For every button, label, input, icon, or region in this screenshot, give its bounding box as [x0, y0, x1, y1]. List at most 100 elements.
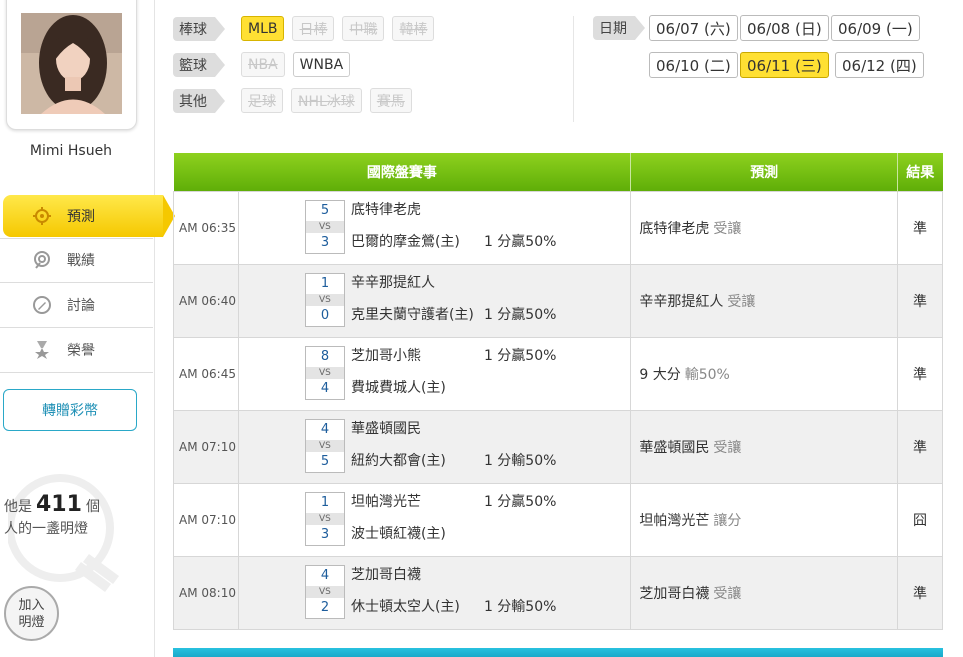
match-cell: 5 VS 3 底特律老虎巴爾的摩金鶯(主) 1 分贏50% [237, 190, 632, 265]
chip-nhl[interactable]: NHL冰球 [291, 88, 362, 113]
divider [0, 282, 153, 283]
prediction-cell: 華盛頓國民 受讓 [630, 409, 899, 484]
filter-row-basketball: 籃球 NBA WNBA [173, 52, 351, 77]
match-cell: 8 VS 4 芝加哥小熊 費城費城人(主) 1 分贏50% [237, 336, 632, 411]
date-chip[interactable]: 06/10 (二) [649, 52, 738, 78]
sidebar: Mimi Hsueh 預測 戰績 討論 榮譽 轉贈彩幣 他是 411 個 人的一盞明… [0, 0, 175, 657]
match-cell: 4 VS 5 華盛頓國民 紐約大都會(主) 1 分輸50% [237, 409, 632, 484]
result-badge: 準 [897, 555, 943, 630]
team-away[interactable]: 芝加哥白襪 [351, 564, 421, 584]
team-home[interactable]: 費城費城人(主) [351, 377, 446, 397]
vs-label: VS [305, 439, 344, 452]
score-home: 3 [320, 234, 330, 250]
category-label-basketball: 籃球 [173, 52, 225, 77]
match-cell: 1 VS 0 辛辛那提紅人 克里夫蘭守護者(主) 1 分贏50% [237, 263, 632, 338]
record-icon [31, 249, 53, 271]
game-time: AM 07:10 [173, 482, 239, 557]
score-home: 3 [320, 526, 330, 542]
handicap-home: 1 分贏50% [483, 306, 557, 323]
sidebar-item-honor[interactable]: 榮譽 [3, 329, 153, 371]
team-home[interactable]: 休士頓太空人(主) [351, 596, 460, 616]
result-badge: 囧 [897, 482, 943, 557]
score-box: 5 VS 3 [304, 199, 345, 254]
team-away[interactable]: 底特律老虎 [351, 199, 421, 219]
lamp-count: 411 [36, 492, 82, 517]
date-label-row: 日期 [593, 16, 645, 40]
date-chip[interactable]: 06/12 (四) [835, 52, 924, 78]
vs-label: VS [305, 220, 344, 233]
header-prediction: 預測 [630, 153, 899, 191]
vs-label: VS [305, 585, 344, 598]
sidebar-item-record[interactable]: 戰績 [3, 239, 153, 281]
score-away: 4 [320, 421, 330, 437]
lamp-count-text: 他是 411 個 人的一盞明燈 [4, 494, 100, 540]
medal-icon [31, 339, 53, 361]
team-home[interactable]: 紐約大都會(主) [351, 450, 446, 470]
handicap-home: 1 分輸50% [483, 452, 557, 469]
chip-npb[interactable]: 日棒 [292, 16, 335, 41]
score-away: 4 [320, 567, 330, 583]
vs-label: VS [305, 293, 344, 306]
team-away[interactable]: 芝加哥小熊 [351, 345, 421, 365]
chip-mlb[interactable]: MLB [241, 16, 285, 41]
chip-horse-racing[interactable]: 賽馬 [369, 88, 412, 113]
target-icon [31, 205, 53, 227]
chip-cpbl[interactable]: 中職 [342, 16, 385, 41]
prediction-tag: 受讓 [713, 585, 742, 602]
prediction-tag: 受讓 [713, 220, 742, 237]
sidebar-item-label: 預測 [67, 209, 95, 225]
vs-label: VS [305, 512, 344, 525]
sidebar-item-predict[interactable]: 預測 [3, 195, 175, 237]
date-chip[interactable]: 06/09 (一) [831, 15, 920, 41]
filter-row-other: 其他 足球 NHL冰球 賽馬 [173, 88, 412, 113]
handicap-home: 1 分贏50% [483, 233, 557, 250]
table-header: 國際盤賽事 預測 結果 [173, 153, 943, 191]
score-away: 1 [320, 494, 330, 510]
score-away: 1 [320, 275, 330, 291]
table-row: AM 08:10 4 VS 2 芝加哥白襪 休士頓太空人(主) 1 分輸50% 芝加哥白襪 受讓… [173, 555, 943, 630]
chip-nba[interactable]: NBA [241, 52, 285, 77]
join-label-1: 加入 [18, 597, 45, 613]
avatar-card [6, 0, 137, 130]
lamp-prefix: 他是 [4, 499, 32, 515]
prediction-tag: 受讓 [713, 439, 742, 456]
prediction-cell: 底特律老虎 受讓 [630, 190, 899, 265]
lamp-suffix: 個 [85, 499, 100, 515]
table-row: AM 07:10 4 VS 5 華盛頓國民 紐約大都會(主) 1 分輸50% 華盛頓國民 受讓準 [173, 409, 943, 484]
gift-coins-button[interactable]: 轉贈彩幣 [3, 389, 137, 431]
game-time: AM 06:35 [173, 190, 239, 265]
handicap-home: 1 分輸50% [483, 598, 557, 615]
team-home[interactable]: 波士頓紅襪(主) [351, 523, 446, 543]
team-away[interactable]: 華盛頓國民 [351, 418, 421, 438]
date-chip-active[interactable]: 06/11 (三) [740, 52, 829, 78]
game-time: AM 06:40 [173, 263, 239, 338]
sidebar-item-label: 榮譽 [67, 343, 95, 359]
result-badge: 準 [897, 190, 943, 265]
date-chip[interactable]: 06/07 (六) [649, 15, 738, 41]
join-lamp-button[interactable]: 加入 明燈 [4, 586, 59, 641]
match-cell: 1 VS 3 坦帕灣光芒 波士頓紅襪(主) 1 分贏50% [237, 482, 632, 557]
team-away[interactable]: 坦帕灣光芒 [351, 491, 421, 511]
sidebar-item-discuss[interactable]: 討論 [3, 284, 153, 326]
prediction-pick: 華盛頓國民 [639, 439, 710, 456]
prediction-pick: 9 大分 [639, 366, 681, 383]
score-box: 4 VS 2 [304, 564, 345, 619]
table-row: AM 07:10 1 VS 3 坦帕灣光芒 波士頓紅襪(主) 1 分贏50% 坦帕灣光芒 讓分囧 [173, 482, 943, 557]
chip-kbo[interactable]: 韓棒 [392, 16, 435, 41]
score-box: 1 VS 0 [304, 272, 345, 327]
score-away: 8 [320, 348, 330, 364]
avatar[interactable] [21, 13, 122, 114]
team-away[interactable]: 辛辛那提紅人 [351, 272, 435, 292]
date-chip[interactable]: 06/08 (日) [740, 15, 829, 41]
chip-wnba[interactable]: WNBA [292, 52, 351, 77]
score-box: 8 VS 4 [304, 345, 345, 400]
game-time: AM 06:45 [173, 336, 239, 411]
filter-row-baseball: 棒球 MLB 日棒 中職 韓棒 [173, 16, 435, 41]
team-home[interactable]: 巴爾的摩金鶯(主) [351, 231, 460, 251]
match-cell: 4 VS 2 芝加哥白襪 休士頓太空人(主) 1 分輸50% [237, 555, 632, 630]
sidebar-item-label: 戰績 [67, 253, 95, 269]
category-label-date: 日期 [593, 16, 645, 40]
header-result: 結果 [897, 153, 943, 191]
team-home[interactable]: 克里夫蘭守護者(主) [351, 304, 474, 324]
chip-soccer[interactable]: 足球 [241, 88, 283, 113]
